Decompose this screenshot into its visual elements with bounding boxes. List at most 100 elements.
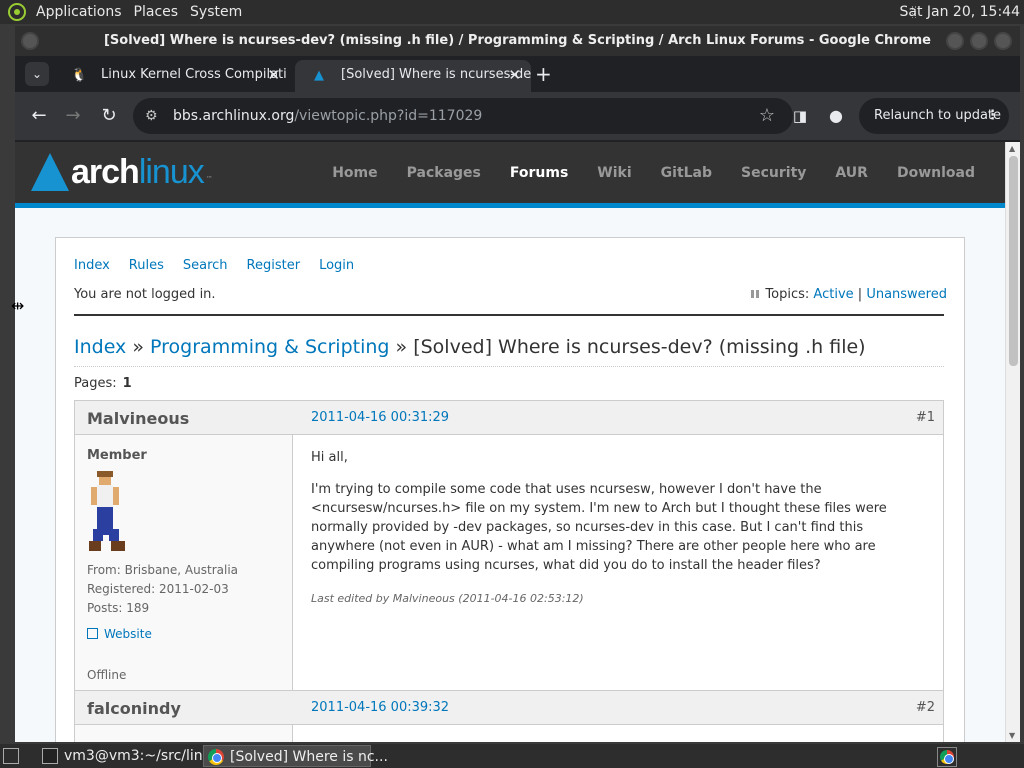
chrome-icon — [940, 750, 954, 764]
page-scrollbar[interactable]: ▲ ▼ — [1005, 142, 1020, 742]
nav-aur[interactable]: AUR — [835, 165, 868, 181]
link-login[interactable]: Login — [319, 258, 354, 273]
link-active-topics[interactable]: Active — [813, 287, 853, 302]
close-tab-icon[interactable]: ✕ — [267, 60, 280, 90]
current-page: 1 — [122, 376, 132, 391]
post-2: falconindy 2011-04-16 00:39:32 #2 — [74, 690, 944, 742]
post-header: Malvineous 2011-04-16 00:31:29 #1 — [75, 401, 943, 435]
nav-home[interactable]: Home — [332, 165, 377, 181]
avatar — [89, 471, 125, 551]
post-date[interactable]: 2011-04-16 00:39:32 — [311, 700, 449, 715]
post-date[interactable]: 2011-04-16 00:31:29 — [311, 410, 449, 425]
address-bar[interactable]: ⚙ bbs.archlinux.org/viewtopic.php?id=117… — [133, 98, 793, 134]
tab-label: [Solved] Where is ncurses-de — [341, 67, 531, 82]
crumb-index[interactable]: Index — [74, 336, 126, 358]
nav-wiki[interactable]: Wiki — [597, 165, 631, 181]
bookmark-star-icon[interactable]: ☆ — [759, 98, 775, 134]
link-rules[interactable]: Rules — [129, 258, 164, 273]
post-number: #2 — [915, 700, 935, 715]
kebab-menu-icon[interactable]: ⋮ — [986, 98, 999, 134]
site-info-icon[interactable]: ⚙ — [145, 98, 158, 134]
tab-solved-ncurses[interactable]: ▲ [Solved] Where is ncurses-de ✕ — [295, 60, 531, 92]
post-header: falconindy 2011-04-16 00:39:32 #2 — [75, 691, 943, 725]
back-arrow-icon[interactable]: ← — [27, 104, 51, 128]
user-location: From: Brisbane, Australia — [87, 563, 239, 577]
arch-header: arch linux ™ Home Packages Forums Wiki Git… — [15, 142, 1005, 208]
user-info — [75, 725, 293, 742]
post-greeting: Hi all, — [311, 450, 348, 465]
link-unanswered-topics[interactable]: Unanswered — [866, 287, 947, 302]
link-register[interactable]: Register — [247, 258, 301, 273]
window-menu-button[interactable] — [21, 32, 39, 50]
show-desktop-button[interactable] — [2, 745, 28, 767]
clock[interactable]: Sat Jan 20, 15:44 — [900, 0, 1021, 24]
maximize-button[interactable] — [970, 32, 988, 50]
task-label: [Solved] Where is nc... — [230, 749, 388, 765]
task-terminal[interactable]: vm3@vm3:~/src/lin... — [38, 745, 216, 767]
mouse-cursor-icon: ⇹ — [11, 296, 25, 315]
scroll-down-icon[interactable]: ▼ — [1009, 731, 1015, 740]
side-panel-icon[interactable]: ◨ — [788, 104, 812, 128]
arch-icon: ▲ — [314, 68, 324, 83]
divider — [74, 314, 944, 316]
close-window-button[interactable] — [994, 32, 1012, 50]
reload-icon[interactable]: ↻ — [97, 104, 121, 128]
forum-content: Index Rules Search Register Login You ar… — [55, 237, 965, 742]
close-tab-icon[interactable]: ✕ — [508, 60, 521, 90]
user-info: Member From: Brisbane, Australia Registe… — [75, 435, 293, 691]
user-registered: Registered: 2011-02-03 — [87, 582, 229, 596]
user-website-link[interactable]: Website — [87, 627, 152, 641]
tab-strip: ⌄ 🐧 Linux Kernel Cross Compilati ✕ ▲ [So… — [15, 56, 1020, 92]
window-title: [Solved] Where is ncurses-dev? (missing … — [103, 33, 932, 48]
nav-forums[interactable]: Forums — [510, 165, 568, 181]
tab-search-button[interactable]: ⌄ — [25, 62, 49, 86]
nav-security[interactable]: Security — [741, 165, 806, 181]
relaunch-label: Relaunch to update — [874, 108, 1002, 123]
forward-arrow-icon[interactable]: → — [61, 104, 85, 128]
link-search[interactable]: Search — [183, 258, 228, 273]
tray-chrome-icon[interactable] — [937, 747, 957, 767]
system-menu[interactable]: System — [184, 0, 248, 24]
arch-logo[interactable]: arch linux ™ — [31, 150, 213, 194]
scroll-up-icon[interactable]: ▲ — [1009, 144, 1015, 153]
chevron-down-icon: ⌄ — [31, 67, 43, 81]
post-body: Hi all, I'm trying to compile some code … — [311, 435, 931, 608]
user-rank: Member — [87, 448, 147, 463]
window-titlebar[interactable]: [Solved] Where is ncurses-dev? (missing … — [15, 26, 1020, 56]
link-index[interactable]: Index — [74, 258, 110, 273]
nav-packages[interactable]: Packages — [407, 165, 481, 181]
task-label: vm3@vm3:~/src/lin... — [64, 748, 216, 764]
login-status: You are not logged in. — [74, 287, 216, 302]
profile-icon[interactable]: ● — [824, 104, 848, 128]
relaunch-button[interactable]: Relaunch to update ⋮ — [859, 98, 1009, 134]
nav-download[interactable]: Download — [897, 165, 975, 181]
tab-kernel-cross-compile[interactable]: 🐧 Linux Kernel Cross Compilati ✕ — [55, 60, 290, 92]
page-viewport: arch linux ™ Home Packages Forums Wiki Git… — [15, 142, 1020, 742]
post-text: I'm trying to compile some code that use… — [311, 482, 887, 573]
external-link-icon — [87, 628, 98, 639]
top-panel: Applications Places System Sat Jan 20, 1… — [0, 0, 1024, 24]
new-tab-button[interactable]: + — [535, 60, 552, 88]
nav-gitlab[interactable]: GitLab — [661, 165, 712, 181]
forum-navlinks: Index Rules Search Register Login — [74, 258, 373, 273]
post-author[interactable]: falconindy — [87, 699, 181, 718]
crumb-forum[interactable]: Programming & Scripting — [150, 336, 389, 358]
user-online-status: Offline — [87, 668, 127, 682]
distro-logo-icon[interactable] — [8, 3, 26, 21]
post-author[interactable]: Malvineous — [87, 409, 189, 428]
chrome-window: [Solved] Where is ncurses-dev? (missing … — [15, 26, 1020, 742]
arch-nav: Home Packages Forums Wiki GitLab Securit… — [303, 142, 975, 204]
places-menu[interactable]: Places — [128, 0, 185, 24]
post-number: #1 — [915, 410, 935, 425]
topics-icon — [751, 290, 760, 298]
desktop-icon — [3, 748, 19, 764]
arch-logo-icon — [31, 153, 69, 191]
terminal-icon — [42, 748, 58, 764]
applications-menu[interactable]: Applications — [30, 0, 128, 24]
task-chrome[interactable]: [Solved] Where is nc... — [203, 745, 388, 767]
user-post-count: Posts: 189 — [87, 601, 150, 615]
taskbar: vm3@vm3:~/src/lin... [Solved] Where is n… — [0, 744, 1024, 768]
chrome-icon — [208, 749, 224, 765]
minimize-button[interactable] — [946, 32, 964, 50]
scrollbar-thumb[interactable] — [1009, 156, 1018, 366]
